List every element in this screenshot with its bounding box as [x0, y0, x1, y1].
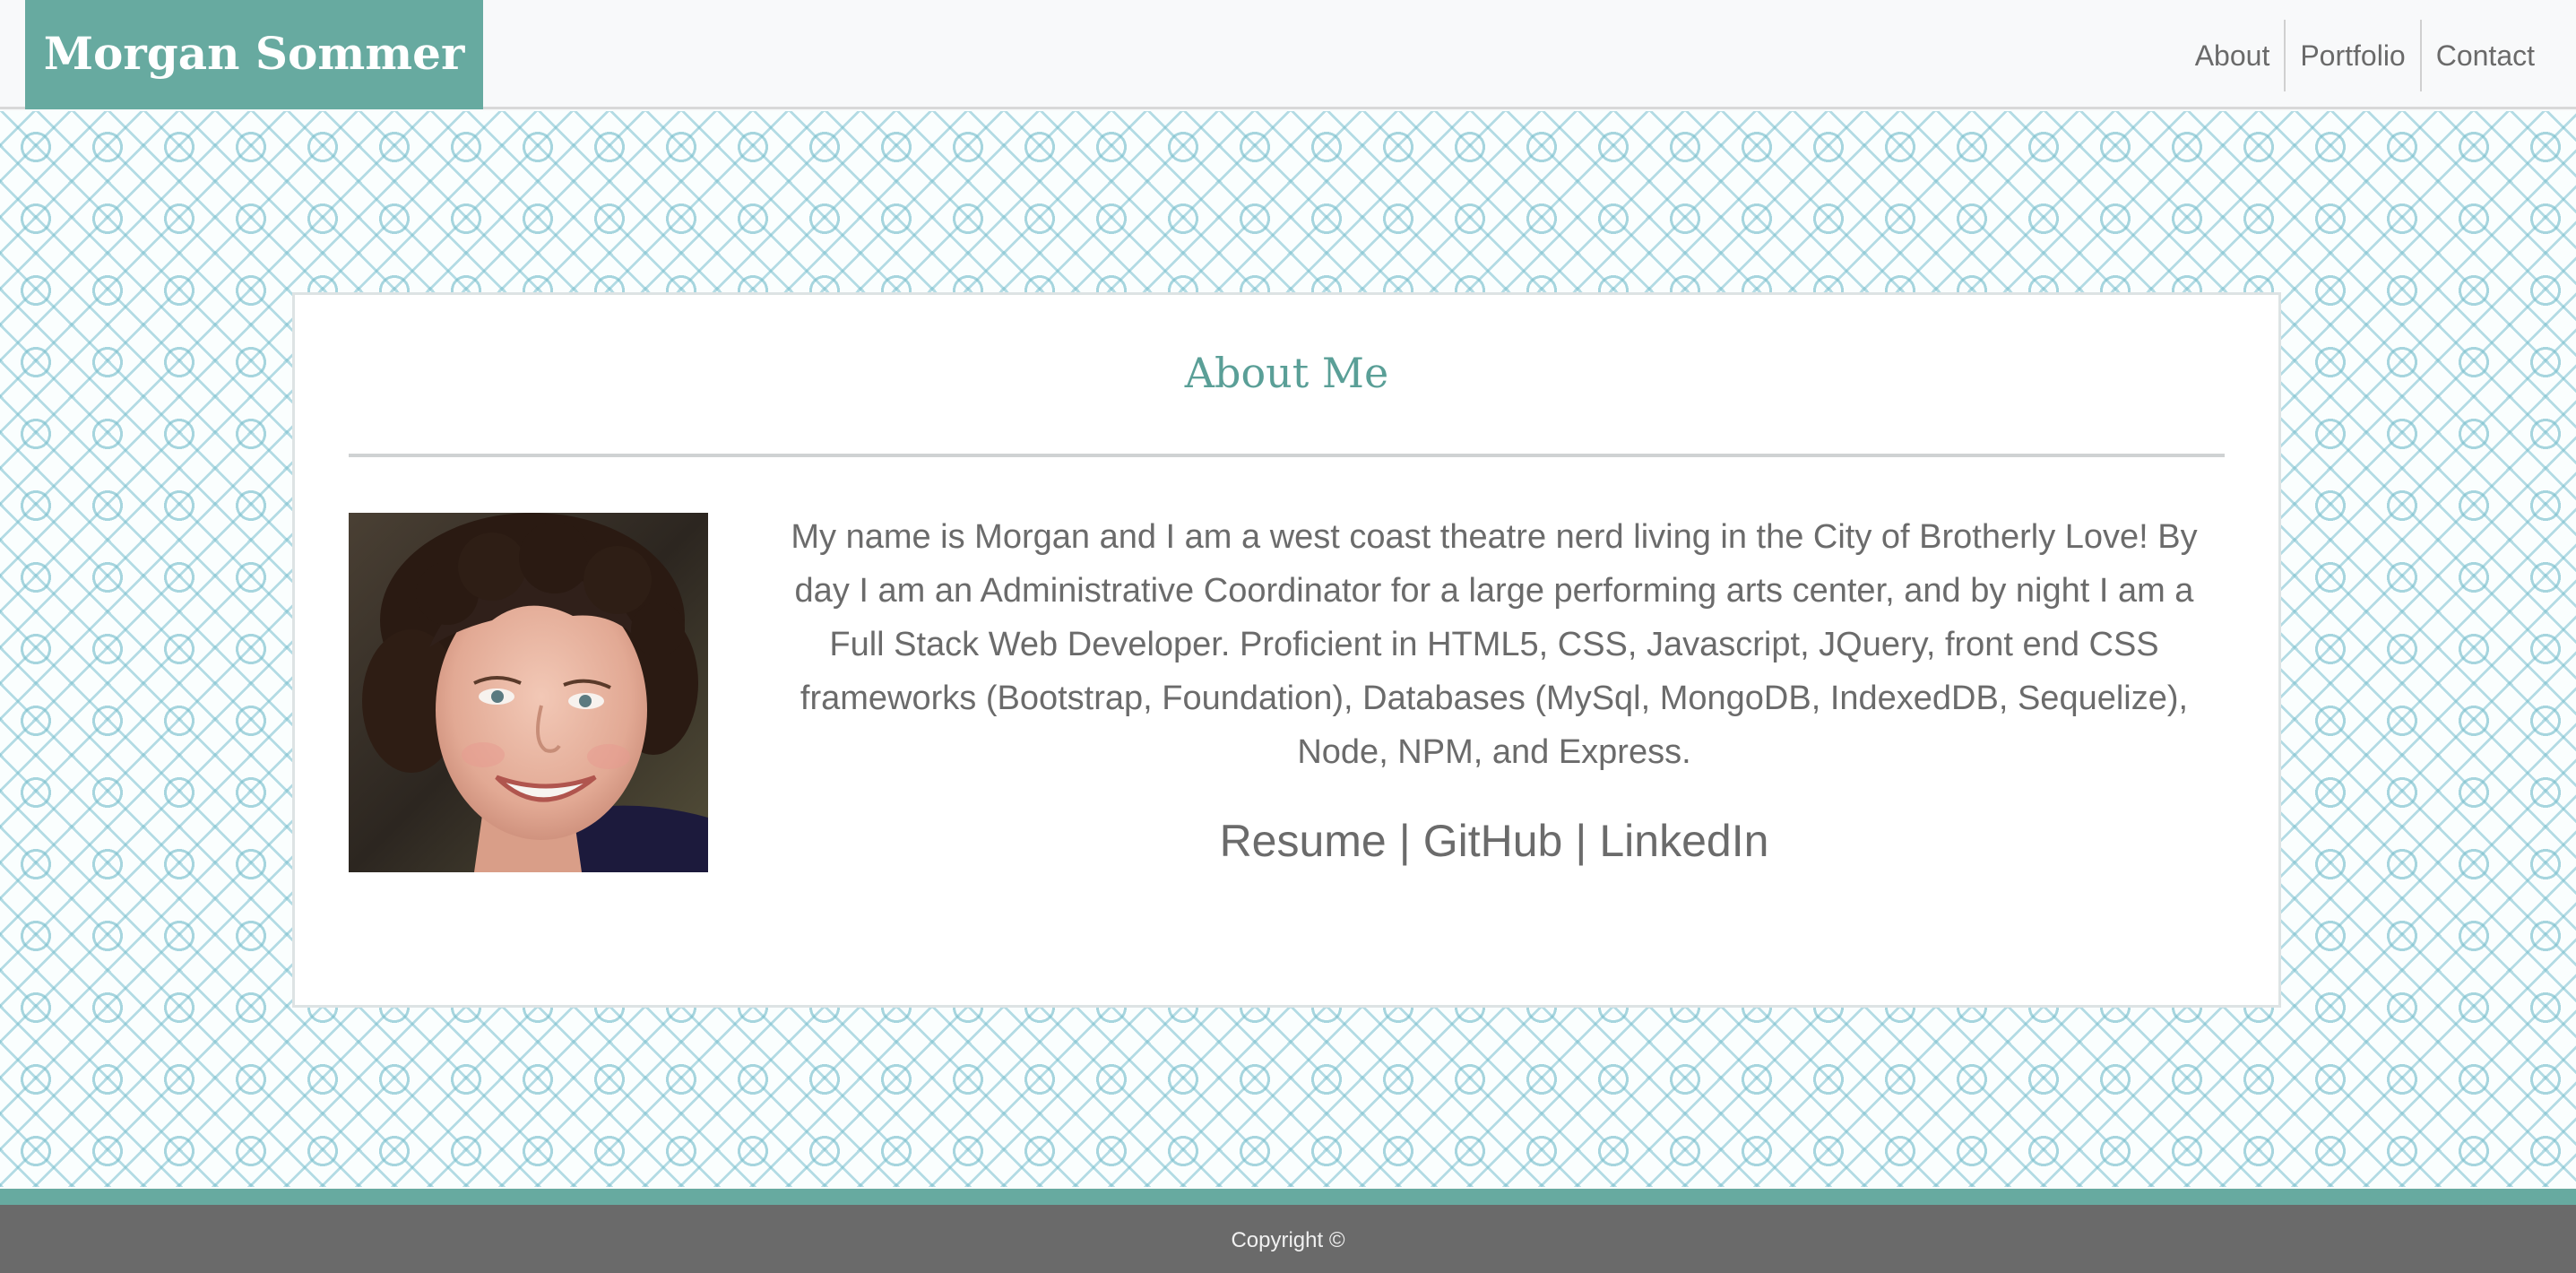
linkedin-link[interactable]: LinkedIn — [1599, 816, 1768, 866]
link-separator: | — [1575, 816, 1587, 866]
profile-links: Resume | GitHub | LinkedIn — [768, 815, 2220, 867]
copyright-text: Copyright © — [1231, 1228, 1345, 1252]
navbar: Morgan Sommer About Portfolio Contact — [0, 0, 2576, 109]
brand-logo[interactable]: Morgan Sommer — [25, 0, 483, 109]
profile-photo — [349, 513, 708, 872]
bio-text: My name is Morgan and I am a west coast … — [791, 518, 2198, 771]
main-nav: About Portfolio Contact — [2181, 20, 2549, 91]
github-link[interactable]: GitHub — [1423, 816, 1563, 866]
title-divider — [349, 454, 2225, 457]
nav-about[interactable]: About — [2181, 20, 2285, 91]
about-card: About Me My name is Morgan and I am a we… — [292, 292, 2281, 1008]
resume-link[interactable]: Resume — [1220, 816, 1387, 866]
footer-accent-bar — [0, 1189, 2576, 1205]
about-title: About Me — [1184, 349, 1389, 397]
nav-portfolio[interactable]: Portfolio — [2286, 20, 2419, 91]
footer: Copyright © — [0, 1205, 2576, 1273]
link-separator: | — [1398, 816, 1411, 866]
nav-contact[interactable]: Contact — [2422, 20, 2549, 91]
